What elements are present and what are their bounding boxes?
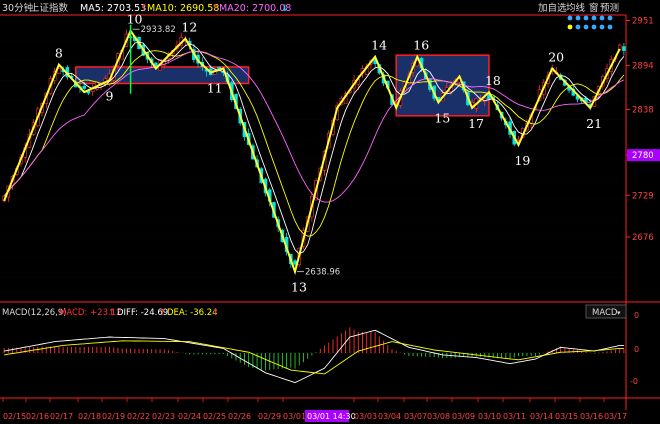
stock-chart[interactable]: 30分钟 上证指数 MA5: 2703.53 ↑ MA10: 2690.58 ↑… bbox=[0, 0, 660, 424]
time-label: 02/24 bbox=[178, 412, 201, 421]
indicator-dot bbox=[583, 24, 589, 30]
indicator-dot bbox=[575, 24, 581, 30]
time-label: 02/26 bbox=[228, 412, 251, 421]
header-bar: 30分钟 上证指数 MA5: 2703.53 ↑ MA10: 2690.58 ↑… bbox=[2, 2, 291, 14]
dea-arrow: ↑ bbox=[212, 308, 219, 318]
time-label-highlight: 03/01 14:30 bbox=[307, 412, 356, 421]
macd-tick-top: 0 bbox=[634, 311, 639, 320]
index-name: 上证指数 bbox=[30, 2, 69, 14]
indicator-dot bbox=[591, 15, 597, 21]
period-label: 30分钟 bbox=[2, 2, 33, 14]
wave-label: 21 bbox=[586, 116, 602, 131]
wave-label: 15 bbox=[434, 110, 450, 125]
time-label: 02/22 bbox=[127, 412, 150, 421]
indicator-dot bbox=[599, 24, 605, 30]
candle-body bbox=[622, 46, 626, 51]
macd-arrow: ↑ bbox=[108, 308, 115, 318]
macd-title: MACD(12,26,9) bbox=[2, 308, 67, 318]
indicator-dot bbox=[607, 24, 613, 30]
wave-label: 8 bbox=[55, 46, 63, 61]
macd-tick-mid: 0 bbox=[634, 345, 639, 354]
time-label: 03/10 bbox=[478, 412, 501, 421]
wave-label: 18 bbox=[485, 73, 501, 88]
indicator-dot bbox=[607, 15, 613, 21]
ma10-label: MA10: 2690.58 bbox=[147, 3, 219, 14]
indicator-dot bbox=[575, 15, 581, 21]
wave-label: 9 bbox=[106, 88, 114, 103]
ma10-arrow: ↑ bbox=[211, 3, 219, 14]
ma20-arrow: ↓ bbox=[281, 3, 289, 14]
time-label: 02/29 bbox=[258, 412, 281, 421]
diff-arrow: ↑ bbox=[159, 308, 166, 318]
wave-label: 19 bbox=[514, 153, 530, 168]
wave-label: 16 bbox=[413, 38, 429, 53]
indicator-dot bbox=[567, 24, 573, 30]
time-label: 03/15 bbox=[555, 412, 578, 421]
dea-value: DEA: -36.24 bbox=[167, 308, 218, 318]
time-label: 02/23 bbox=[152, 412, 175, 421]
time-label: 03/14 bbox=[530, 412, 553, 421]
price-tick-label: 2676 bbox=[632, 233, 654, 243]
time-label: 03/11 bbox=[503, 412, 526, 421]
add-watchlist-button[interactable]: 加自选 bbox=[538, 2, 567, 14]
price-tick-label: 2951 bbox=[632, 17, 654, 27]
time-label: 02/15 bbox=[3, 412, 26, 421]
time-label: 02/17 bbox=[50, 412, 73, 421]
time-label: 03/01 bbox=[283, 412, 306, 421]
time-label: 03/08 bbox=[427, 412, 450, 421]
time-label: 03/09 bbox=[452, 412, 475, 421]
time-label: 03/16 bbox=[580, 412, 603, 421]
time-label: 03/04 bbox=[378, 412, 401, 421]
wave-label: 14 bbox=[371, 38, 387, 53]
wave-label: 11 bbox=[207, 80, 223, 95]
macd-tick-bottom: -0 bbox=[630, 377, 638, 386]
price-tick-label: 2838 bbox=[632, 105, 654, 115]
indicator-dot bbox=[599, 15, 605, 21]
ma-toggle-button[interactable]: 均线 bbox=[566, 2, 586, 14]
time-label: 02/18 bbox=[78, 412, 101, 421]
indicator-dot bbox=[583, 15, 589, 21]
macd-selector[interactable]: MACD ▾ bbox=[585, 304, 627, 319]
wave-label: 12 bbox=[181, 20, 197, 35]
time-label: 03/03 bbox=[354, 412, 377, 421]
time-label: 02/19 bbox=[102, 412, 125, 421]
window-button[interactable]: 窗 bbox=[589, 2, 599, 14]
wave-label: 17 bbox=[468, 116, 484, 131]
candle-body bbox=[82, 85, 86, 89]
current-price-label: 2780 bbox=[632, 151, 654, 161]
price-tick-label: 2729 bbox=[632, 191, 654, 201]
annotation-text: 2638.96 bbox=[305, 268, 340, 278]
time-label: 03/17 bbox=[604, 412, 627, 421]
time-label: 03/07 bbox=[404, 412, 427, 421]
time-label: 02/16 bbox=[26, 412, 49, 421]
indicator-dot bbox=[591, 24, 597, 30]
price-tick-label: 2894 bbox=[632, 61, 654, 71]
wave-label: 20 bbox=[548, 50, 564, 65]
time-label: 02/25 bbox=[203, 412, 226, 421]
macd-selector-label: MACD bbox=[592, 308, 618, 318]
indicator-dot bbox=[567, 15, 573, 21]
forecast-button[interactable]: 预测 bbox=[600, 3, 619, 14]
chevron-down-icon: ▾ bbox=[617, 309, 621, 317]
wave-label: 13 bbox=[291, 280, 307, 295]
annotation-text: 2933.82 bbox=[141, 25, 176, 35]
